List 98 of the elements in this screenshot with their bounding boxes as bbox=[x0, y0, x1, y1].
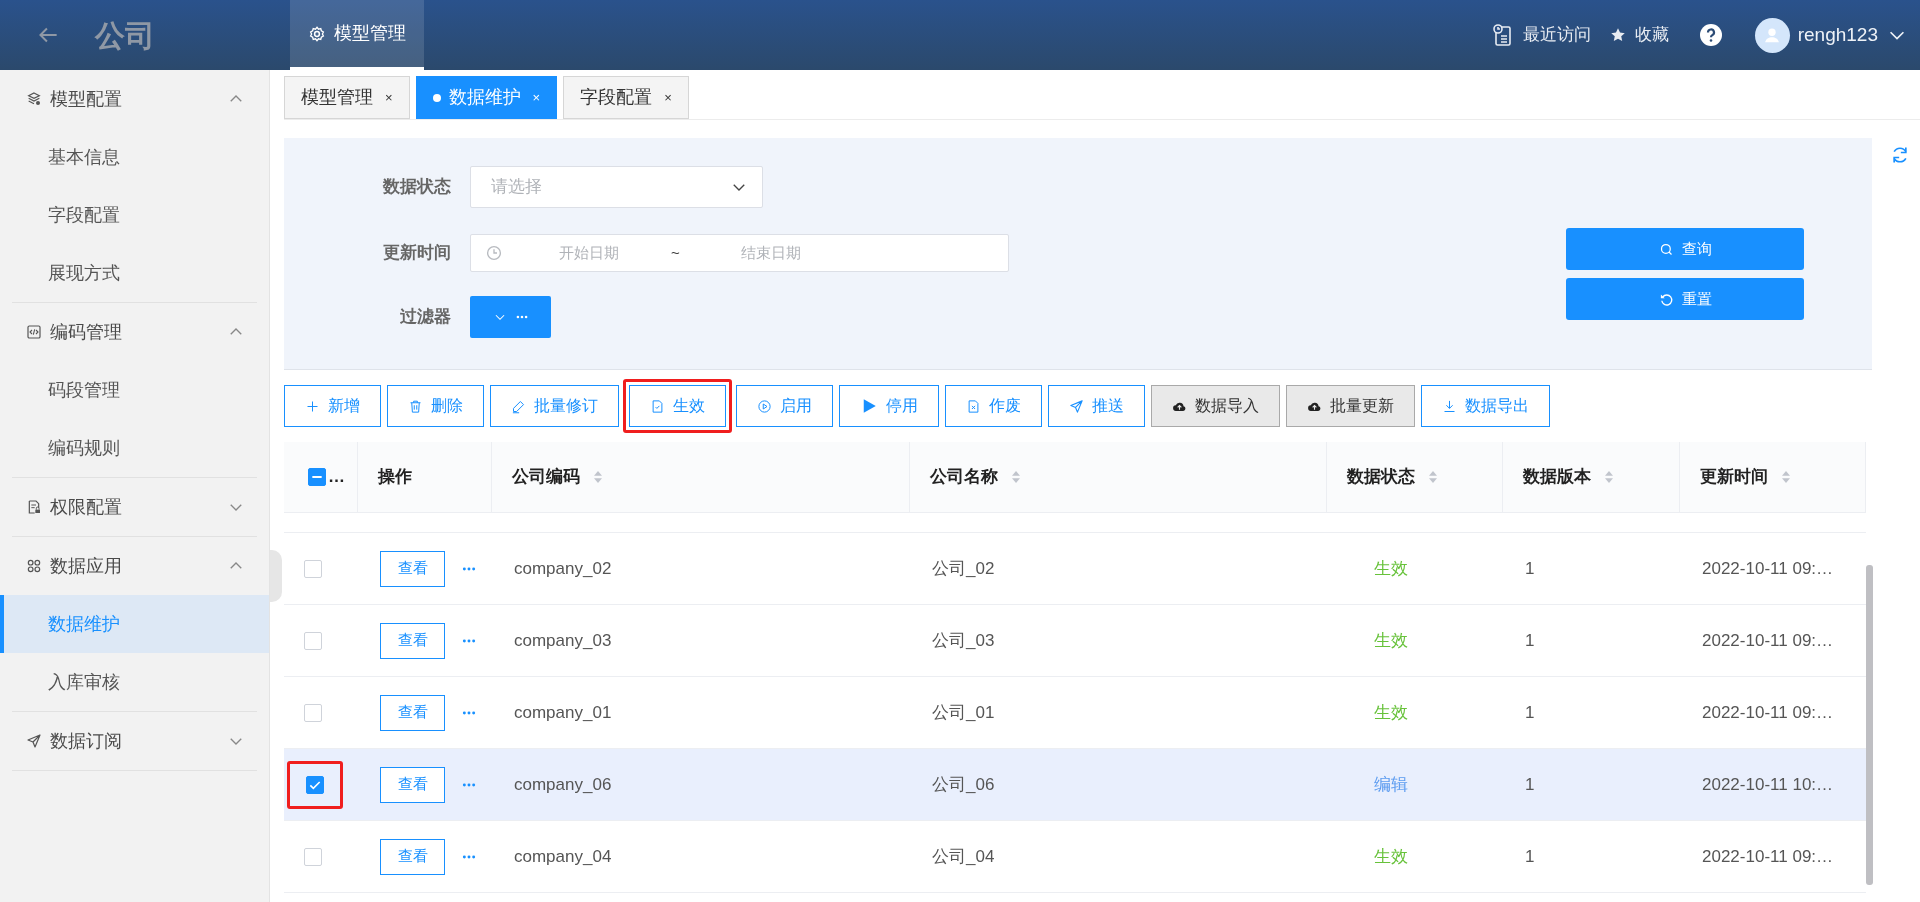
view-button[interactable]: 查看 bbox=[380, 622, 445, 659]
minus-icon bbox=[312, 476, 322, 478]
table-cell-text: 公司_06 bbox=[932, 773, 995, 796]
user-name[interactable]: rengh123 bbox=[1797, 20, 1878, 50]
row-checkbox[interactable] bbox=[304, 631, 322, 650]
table-cell-text: 2022-10-11 10:… bbox=[1702, 773, 1834, 796]
sidebar-item[interactable]: 字段配置 bbox=[0, 186, 269, 244]
table-cell-text: company_03 bbox=[514, 629, 612, 652]
view-button[interactable]: 查看 bbox=[380, 550, 445, 587]
status-text: 生效 bbox=[1374, 701, 1408, 724]
help-icon[interactable] bbox=[1698, 23, 1723, 47]
field-label: 更新时间 bbox=[382, 242, 452, 265]
table-cell-text: 1 bbox=[1525, 845, 1535, 868]
top-nav-tab[interactable]: 模型管理 bbox=[290, 0, 424, 70]
trash-icon bbox=[408, 398, 423, 414]
document-x-icon bbox=[966, 398, 981, 414]
table-cell-text: 2022-10-11 09:… bbox=[1702, 629, 1834, 652]
sidebar-item[interactable]: 基本信息 bbox=[0, 128, 269, 186]
reset-icon bbox=[1658, 291, 1674, 307]
circles-grid-icon bbox=[26, 558, 42, 574]
table-cell-text: company_06 bbox=[514, 773, 612, 796]
favorites-link[interactable]: 收藏 bbox=[1608, 22, 1669, 48]
status-text: 生效 bbox=[1374, 845, 1408, 868]
active-dot-icon bbox=[432, 94, 441, 103]
table-cell-text: 公司_02 bbox=[932, 557, 995, 580]
field-label: 数据状态 bbox=[382, 176, 452, 199]
table-cell-text: 1 bbox=[1525, 773, 1535, 796]
page-tab[interactable]: 模型管理 × bbox=[284, 76, 410, 119]
toolbar-button[interactable]: 启用 bbox=[736, 385, 833, 427]
column-header: 更新时间 bbox=[1700, 466, 1768, 489]
table-cell-text: 1 bbox=[1525, 701, 1535, 724]
paper-plane-icon bbox=[1069, 398, 1084, 414]
download-icon bbox=[1442, 398, 1457, 414]
sidebar-item[interactable]: 码段管理 bbox=[0, 361, 269, 419]
select-all-checkbox[interactable] bbox=[308, 468, 326, 486]
table-cell-text: 1 bbox=[1525, 629, 1535, 652]
table-cell-text: 2022-10-11 09:… bbox=[1702, 845, 1834, 868]
sidebar-group[interactable]: 数据订阅 bbox=[12, 712, 257, 770]
column-header: 数据状态 bbox=[1347, 466, 1415, 489]
layers-icon bbox=[26, 91, 42, 107]
table-cell-text: 1 bbox=[1525, 557, 1535, 580]
row-checkbox[interactable] bbox=[304, 559, 322, 578]
view-button[interactable]: 查看 bbox=[380, 694, 445, 731]
column-header: … bbox=[328, 466, 345, 489]
table-cell-text: 公司_01 bbox=[932, 701, 995, 724]
table-cell-text: company_04 bbox=[514, 845, 612, 868]
clock-icon bbox=[485, 244, 503, 262]
toolbar-button[interactable]: 推送 bbox=[1048, 385, 1145, 427]
avatar[interactable] bbox=[1754, 17, 1790, 53]
sidebar-item[interactable]: 入库审核 bbox=[0, 653, 269, 711]
search-icon bbox=[1658, 241, 1674, 257]
sidebar-group[interactable]: 模型配置 bbox=[12, 70, 257, 128]
column-header: 操作 bbox=[378, 466, 412, 489]
table-cell-text: company_02 bbox=[514, 557, 612, 580]
toolbar-button[interactable]: 数据导入 bbox=[1151, 385, 1280, 427]
sidebar-item[interactable]: 展现方式 bbox=[0, 244, 269, 302]
sidebar-group[interactable]: 数据应用 bbox=[12, 537, 257, 595]
view-button[interactable]: 查看 bbox=[380, 838, 445, 875]
table-cell-text: 公司_03 bbox=[932, 629, 995, 652]
sidebar-item[interactable]: 编码规则 bbox=[0, 419, 269, 477]
recent-visits-link[interactable]: 最近访问 bbox=[1490, 22, 1591, 48]
row-checkbox[interactable] bbox=[304, 847, 322, 866]
settings-icon bbox=[308, 24, 326, 43]
paper-plane-icon bbox=[26, 733, 42, 749]
scrollbar-thumb[interactable] bbox=[1866, 565, 1873, 885]
document-lock-icon bbox=[26, 499, 42, 515]
close-icon[interactable]: × bbox=[385, 87, 393, 108]
document-check-icon bbox=[650, 398, 665, 414]
table-cell-text: 2022-10-11 09:… bbox=[1702, 557, 1834, 580]
toolbar-button[interactable]: 批量更新 bbox=[1286, 385, 1415, 427]
toolbar-button[interactable]: 数据导出 bbox=[1421, 385, 1550, 427]
status-text: 生效 bbox=[1374, 629, 1408, 652]
date-range-field[interactable]: 开始日期 ~ 结束日期 bbox=[470, 234, 1009, 272]
column-header: 公司名称 bbox=[930, 466, 998, 489]
sidebar-group[interactable]: 权限配置 bbox=[12, 478, 257, 536]
app-title: 公司 bbox=[95, 17, 156, 54]
status-text: 生效 bbox=[1374, 557, 1408, 580]
page-tab[interactable]: 字段配置 × bbox=[563, 76, 689, 119]
collapse-handle[interactable] bbox=[270, 550, 282, 602]
toolbar-button[interactable]: 新增 bbox=[284, 385, 381, 427]
table-cell-text: 公司_04 bbox=[932, 845, 995, 868]
sidebar-group[interactable]: 编码管理 bbox=[12, 303, 257, 361]
close-icon[interactable]: × bbox=[664, 87, 672, 108]
status-text: 编辑 bbox=[1374, 773, 1408, 796]
pen-icon bbox=[511, 398, 526, 414]
row-checkbox[interactable] bbox=[306, 775, 324, 794]
refresh-icon[interactable] bbox=[1890, 144, 1910, 165]
column-header: 公司编码 bbox=[512, 466, 580, 489]
row-checkbox[interactable] bbox=[304, 703, 322, 722]
play-circle-icon bbox=[757, 398, 772, 414]
toolbar-button[interactable]: 删除 bbox=[387, 385, 484, 427]
table-cell-text: 2022-10-11 09:… bbox=[1702, 701, 1834, 724]
column-header: 数据版本 bbox=[1523, 466, 1591, 489]
toolbar-button[interactable]: 停用 bbox=[839, 385, 939, 427]
view-button[interactable]: 查看 bbox=[380, 766, 445, 803]
table-cell-text: company_01 bbox=[514, 701, 612, 724]
code-icon bbox=[26, 324, 42, 340]
field-label: 过滤器 bbox=[399, 306, 452, 329]
